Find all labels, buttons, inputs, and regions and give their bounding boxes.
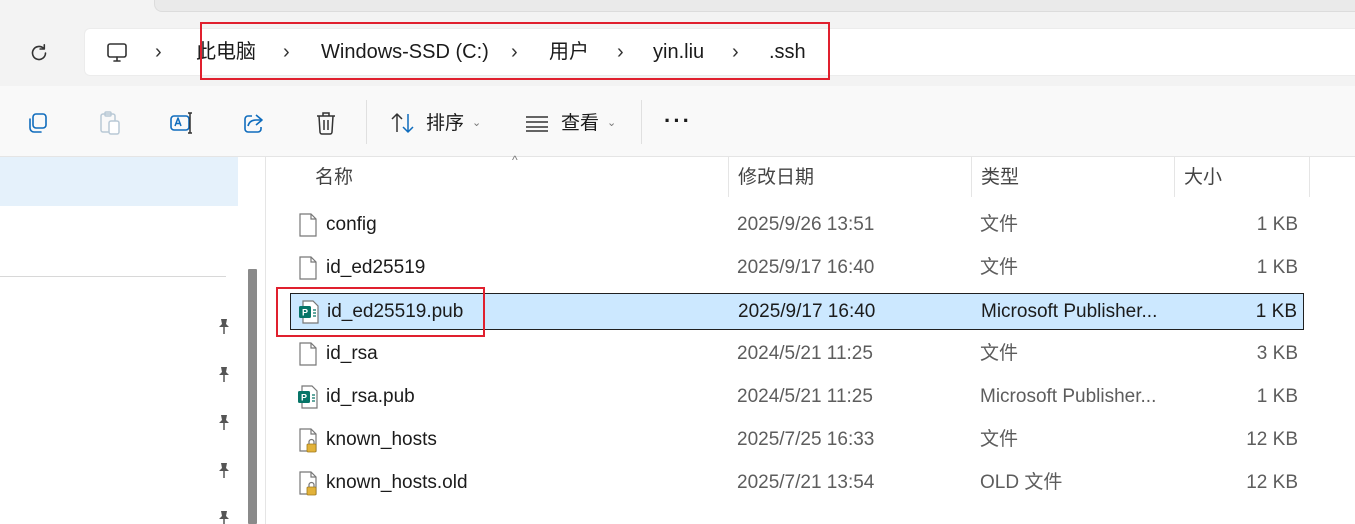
- column-header-name[interactable]: 名称: [315, 167, 353, 189]
- pin-icon[interactable]: [216, 461, 232, 479]
- file-type: 文件: [980, 257, 1019, 278]
- column-separator[interactable]: [1309, 157, 1310, 197]
- file-modified: 2025/7/25 16:33: [737, 429, 875, 450]
- trash-icon: [317, 112, 335, 135]
- blank-file-icon: [299, 256, 317, 280]
- file-modified: 2025/9/26 13:51: [737, 214, 875, 235]
- column-separator[interactable]: [971, 157, 972, 197]
- view-lines-icon: [526, 116, 548, 132]
- share-icon: [244, 114, 263, 133]
- pin-icon[interactable]: [216, 317, 232, 335]
- tab-strip: [0, 0, 1355, 20]
- selected-file-annotation-box: [276, 287, 485, 337]
- pin-icon[interactable]: [216, 365, 232, 383]
- file-row[interactable]: known_hosts 2025/7/25 16:33 文件 12 KB: [290, 422, 1304, 459]
- file-type: 文件: [980, 343, 1019, 364]
- file-row[interactable]: P id_rsa.pub 2024/5/21 11:25 Microsoft P…: [290, 379, 1304, 416]
- column-header-type[interactable]: 类型: [981, 167, 1019, 189]
- view-label[interactable]: 查看: [561, 113, 599, 135]
- refresh-icon: [31, 44, 47, 61]
- more-options-button[interactable]: ···: [664, 108, 692, 134]
- file-type: Microsoft Publisher...: [981, 301, 1158, 322]
- locked-file-icon: [299, 471, 317, 496]
- file-modified: 2024/5/21 11:25: [737, 386, 873, 407]
- breadcrumb-separator[interactable]: ›: [155, 40, 162, 64]
- file-modified: 2024/5/21 11:25: [737, 343, 873, 364]
- command-bar: 排序 ⌄ 查看 ⌄ ···: [0, 86, 1355, 157]
- view-button[interactable]: [524, 110, 550, 136]
- paste-button[interactable]: [97, 110, 123, 136]
- breadcrumb-annotation-box: [200, 22, 830, 80]
- file-row[interactable]: id_rsa 2024/5/21 11:25 文件 3 KB: [290, 336, 1304, 373]
- refresh-button[interactable]: [24, 38, 54, 68]
- pin-icon[interactable]: [216, 509, 232, 524]
- file-size: 1 KB: [1256, 257, 1298, 278]
- file-type: 文件: [980, 214, 1019, 235]
- delete-button[interactable]: [313, 110, 339, 136]
- sort-ascending-icon: ^: [512, 153, 518, 167]
- file-size: 1 KB: [1256, 214, 1298, 235]
- file-type: OLD 文件: [980, 472, 1063, 493]
- copy-icon: [29, 113, 47, 133]
- file-modified: 2025/7/21 13:54: [737, 472, 875, 493]
- navigation-pane: [0, 157, 266, 524]
- file-type: Microsoft Publisher...: [980, 386, 1157, 407]
- file-name: known_hosts.old: [326, 472, 468, 493]
- blank-file-icon: [299, 342, 317, 366]
- sort-label[interactable]: 排序: [426, 113, 464, 135]
- file-size: 12 KB: [1246, 472, 1298, 493]
- chevron-down-icon: ⌄: [472, 117, 482, 129]
- sort-button[interactable]: [390, 110, 416, 136]
- file-name: id_rsa.pub: [326, 386, 415, 407]
- file-size: 1 KB: [1256, 386, 1298, 407]
- sort-icon: [391, 113, 414, 133]
- file-list: ^ 名称 修改日期 类型 大小 config 2025/9/26 13:51 文…: [266, 153, 1355, 524]
- nav-divider: [0, 276, 226, 277]
- nav-scrollbar[interactable]: [248, 269, 257, 524]
- column-separator[interactable]: [728, 157, 729, 197]
- column-header-size[interactable]: 大小: [1184, 167, 1222, 189]
- nav-selected-item[interactable]: [0, 157, 238, 206]
- file-modified: 2025/9/17 16:40: [738, 301, 876, 322]
- rename-button[interactable]: [169, 110, 195, 136]
- file-size: 3 KB: [1256, 343, 1298, 364]
- file-size: 12 KB: [1246, 429, 1298, 450]
- file-modified: 2025/9/17 16:40: [737, 257, 875, 278]
- publisher-file-icon: P: [298, 385, 318, 409]
- file-row[interactable]: id_ed25519 2025/9/17 16:40 文件 1 KB: [290, 250, 1304, 287]
- file-name: id_ed25519: [326, 257, 426, 278]
- toolbar-divider: [366, 100, 367, 144]
- locked-file-icon: [299, 428, 317, 453]
- file-name: id_rsa: [326, 343, 378, 364]
- share-button[interactable]: [241, 110, 267, 136]
- rename-icon: [170, 112, 192, 134]
- file-row[interactable]: known_hosts.old 2025/7/21 13:54 OLD 文件 1…: [290, 465, 1304, 502]
- blank-file-icon: [299, 213, 317, 237]
- copy-button[interactable]: [25, 110, 51, 136]
- svg-text:P: P: [301, 393, 307, 403]
- column-separator[interactable]: [1174, 157, 1175, 197]
- paste-icon: [100, 111, 120, 135]
- pin-icon[interactable]: [216, 413, 232, 431]
- computer-icon: [107, 43, 127, 62]
- file-row[interactable]: config 2025/9/26 13:51 文件 1 KB: [290, 207, 1304, 244]
- chevron-down-icon: ⌄: [607, 117, 617, 129]
- file-type: 文件: [980, 429, 1019, 450]
- column-header-modified[interactable]: 修改日期: [738, 167, 814, 189]
- tab-edge: [154, 0, 1355, 12]
- toolbar-divider: [641, 100, 642, 144]
- file-size: 1 KB: [1255, 301, 1297, 322]
- file-name: config: [326, 214, 377, 235]
- file-name: known_hosts: [326, 429, 437, 450]
